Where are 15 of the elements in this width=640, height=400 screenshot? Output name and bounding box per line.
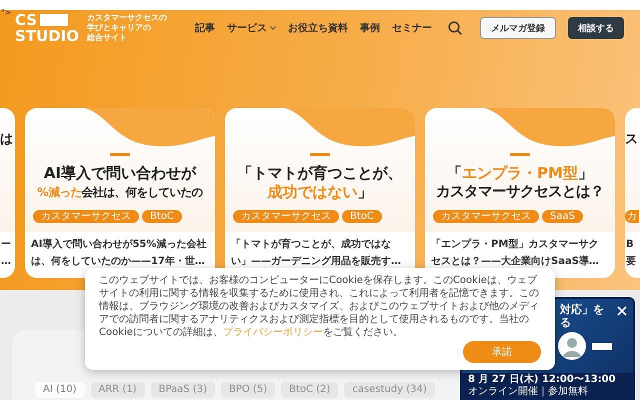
thumbnail-headline: AI導入で問い合わせが <box>44 164 196 183</box>
thumbnail-headline: 「エンプラ・PM型」 <box>447 164 593 183</box>
site-tagline: カスタマーサクセスの 学びとキャリアの 総合サイト <box>87 13 167 43</box>
banner-headline: 対応」を る <box>560 303 604 329</box>
logo-text: CS <box>15 12 38 28</box>
thumbnail-headline: 成功ではない」 <box>268 183 372 202</box>
event-note: オンライン開催｜参加無料 <box>468 386 589 397</box>
logo-text: STUDIO <box>15 28 79 44</box>
thumbnail-headline: %減った会社は、何をしていたの <box>37 184 203 201</box>
thumbnail-headline: は <box>0 131 13 149</box>
event-date: 8 月 27 日(木) 12:00〜13:00 <box>468 374 617 386</box>
stray-text: "> <box>0 8 12 18</box>
thumbnail-headline: カスタマーサクセスとは？ <box>436 183 604 202</box>
thumbnail-headline: 「トマトが育つことが、 <box>238 164 402 183</box>
thumbnail-headline: ス <box>625 131 638 149</box>
